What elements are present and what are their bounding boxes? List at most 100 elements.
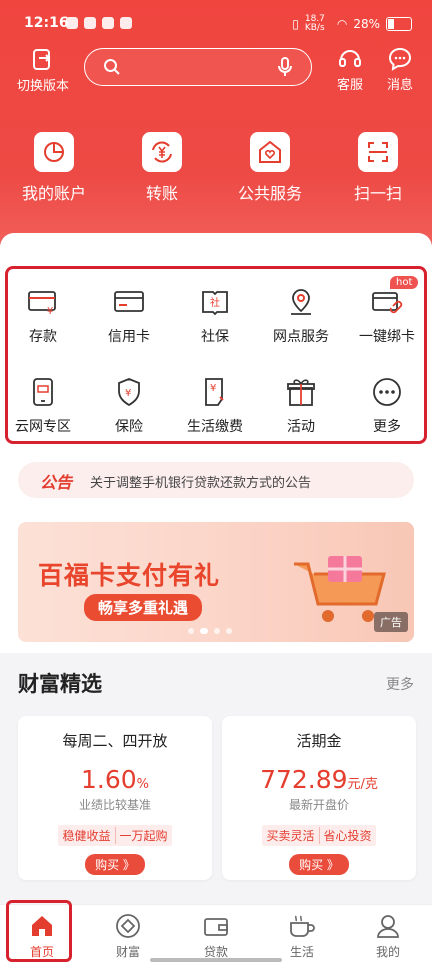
banner-title: 百福卡支付有礼 bbox=[38, 561, 221, 590]
grid-item-bind-card[interactable]: 一键绑卡 bbox=[344, 284, 430, 346]
product-tags: 买卖灵活 省心投资 bbox=[262, 825, 376, 846]
grid-item-label: 保险 bbox=[115, 419, 143, 435]
location-pin-icon bbox=[283, 284, 319, 320]
social-security-icon: 社 bbox=[197, 284, 233, 320]
battery-icon bbox=[386, 17, 412, 31]
search-input[interactable] bbox=[129, 55, 263, 81]
tab-life[interactable]: 生活 bbox=[272, 913, 332, 960]
switch-version-icon bbox=[33, 49, 51, 70]
ad-label: 广告 bbox=[374, 612, 408, 632]
tab-label: 财富 bbox=[115, 945, 140, 959]
search-icon bbox=[104, 59, 120, 75]
notice-tag: 公告 bbox=[40, 473, 73, 492]
scan-icon bbox=[358, 132, 398, 172]
net-speed: 18.7 KB/s bbox=[304, 14, 325, 33]
grid-item-label: 一键绑卡 bbox=[359, 329, 415, 345]
svg-text:¥: ¥ bbox=[125, 388, 131, 399]
quick-action-scan[interactable]: 扫一扫 bbox=[328, 132, 428, 204]
tab-loan[interactable]: 贷款 bbox=[186, 913, 246, 960]
microphone-icon[interactable] bbox=[277, 57, 293, 77]
product-sub: 最新开盘价 bbox=[288, 798, 349, 812]
banner-pagination bbox=[188, 628, 232, 634]
svg-text:¥: ¥ bbox=[47, 306, 53, 315]
wallet-icon bbox=[204, 918, 228, 936]
grid-item-label: 社保 bbox=[201, 329, 229, 345]
quick-action-public-service[interactable]: 公共服务 bbox=[220, 132, 320, 204]
customer-service-button[interactable]: 客服 bbox=[330, 46, 370, 93]
notice-text[interactable]: 关于调整手机银行贷款还款方式的公告 bbox=[90, 472, 311, 491]
grid-item-insurance[interactable]: ¥ 保险 bbox=[86, 374, 172, 436]
grid-item-more[interactable]: 更多 bbox=[344, 374, 430, 436]
switch-version-label: 切换版本 bbox=[16, 79, 69, 94]
notice-bar[interactable]: 公告 关于调整手机银行贷款还款方式的公告 bbox=[18, 462, 414, 498]
grid-item-credit-card[interactable]: 信用卡 bbox=[86, 284, 172, 346]
grid-item-cloud-zone[interactable]: 云网专区 bbox=[0, 374, 86, 436]
home-tab-highlight bbox=[6, 900, 72, 962]
wealth-section-title: 财富精选 bbox=[18, 672, 102, 696]
more-icon bbox=[369, 374, 405, 410]
top-bar: 切换版本 客服 消息 bbox=[0, 44, 432, 104]
wealth-card-product[interactable]: 每周二、四开放 1.60% 业绩比较基准 稳健收益 一万起购 购买 》 bbox=[18, 716, 212, 880]
tab-label: 我的 bbox=[375, 945, 400, 959]
product-name: 每周二、四开放 bbox=[62, 732, 168, 750]
wealth-more-link[interactable]: 更多 bbox=[386, 674, 414, 694]
public-service-icon bbox=[250, 132, 290, 172]
tab-wealth[interactable]: 财富 bbox=[98, 913, 158, 960]
quick-action-label: 公共服务 bbox=[237, 184, 302, 203]
quick-action-label: 扫一扫 bbox=[353, 184, 402, 203]
status-bar: 12:16 ▯ 18.7 KB/s ◠ 28% bbox=[0, 12, 432, 38]
credit-card-icon bbox=[111, 284, 147, 320]
wealth-icon bbox=[116, 914, 140, 938]
grid-item-label: 存款 bbox=[29, 329, 57, 345]
messages-button[interactable]: 消息 bbox=[380, 46, 420, 93]
coffee-cup-icon bbox=[290, 915, 315, 937]
tab-mine[interactable]: 我的 bbox=[358, 913, 418, 960]
deposit-card-icon: ¥ bbox=[25, 284, 61, 320]
tab-label: 生活 bbox=[289, 945, 314, 959]
search-bar[interactable] bbox=[84, 48, 312, 86]
shield-icon: ¥ bbox=[111, 374, 147, 410]
quick-action-label: 转账 bbox=[145, 184, 178, 203]
gift-icon bbox=[283, 374, 319, 410]
grid-item-label: 活动 bbox=[287, 419, 315, 435]
chat-bubble-icon bbox=[388, 47, 412, 71]
link-card-icon bbox=[369, 284, 405, 320]
hot-badge: hot bbox=[390, 276, 419, 289]
wifi-icon: ◠ bbox=[336, 17, 348, 31]
banner-dot bbox=[188, 628, 194, 634]
banner-dot bbox=[226, 628, 232, 634]
headset-icon bbox=[339, 50, 361, 67]
grid-item-label: 网点服务 bbox=[273, 329, 329, 345]
vibrate-icon: ▯ bbox=[292, 17, 299, 31]
customer-service-label: 客服 bbox=[336, 78, 363, 93]
product-value: 772.89元/克 bbox=[260, 765, 378, 794]
phone-icon bbox=[25, 374, 61, 410]
grid-item-life-payment[interactable]: ¥ 生活缴费 bbox=[172, 374, 258, 436]
buy-button[interactable]: 购买 》 bbox=[289, 854, 349, 875]
buy-button[interactable]: 购买 》 bbox=[85, 854, 145, 875]
switch-version-button[interactable]: 切换版本 bbox=[12, 48, 74, 94]
svg-text:¥: ¥ bbox=[210, 383, 216, 394]
banner-dot-active bbox=[200, 628, 208, 634]
grid-item-label: 生活缴费 bbox=[187, 419, 243, 435]
promo-banner[interactable]: 百福卡支付有礼 畅享多重礼遇 广告 bbox=[18, 522, 414, 642]
product-name: 活期金 bbox=[296, 732, 342, 750]
grid-item-social-security[interactable]: 社 社保 bbox=[172, 284, 258, 346]
product-sub: 业绩比较基准 bbox=[78, 798, 151, 812]
wealth-card-gold[interactable]: 活期金 772.89元/克 最新开盘价 买卖灵活 省心投资 购买 》 bbox=[222, 716, 416, 880]
grid-item-branch-service[interactable]: 网点服务 bbox=[258, 284, 344, 346]
user-icon bbox=[377, 915, 399, 938]
banner-dot bbox=[214, 628, 220, 634]
status-app-icons bbox=[66, 17, 132, 29]
status-right: ▯ 18.7 KB/s ◠ 28% bbox=[292, 15, 412, 33]
grid-item-label: 更多 bbox=[373, 419, 401, 435]
quick-action-transfer[interactable]: 转账 bbox=[112, 132, 212, 204]
quick-actions: 我的账户 转账 公共服务 扫一扫 bbox=[0, 132, 432, 212]
tab-label: 贷款 bbox=[203, 945, 228, 959]
pie-chart-icon bbox=[34, 132, 74, 172]
status-time: 12:16 bbox=[24, 15, 69, 31]
quick-action-my-account[interactable]: 我的账户 bbox=[4, 132, 104, 204]
grid-item-deposit[interactable]: ¥ 存款 bbox=[0, 284, 86, 346]
grid-item-activity[interactable]: 活动 bbox=[258, 374, 344, 436]
messages-label: 消息 bbox=[386, 78, 413, 93]
